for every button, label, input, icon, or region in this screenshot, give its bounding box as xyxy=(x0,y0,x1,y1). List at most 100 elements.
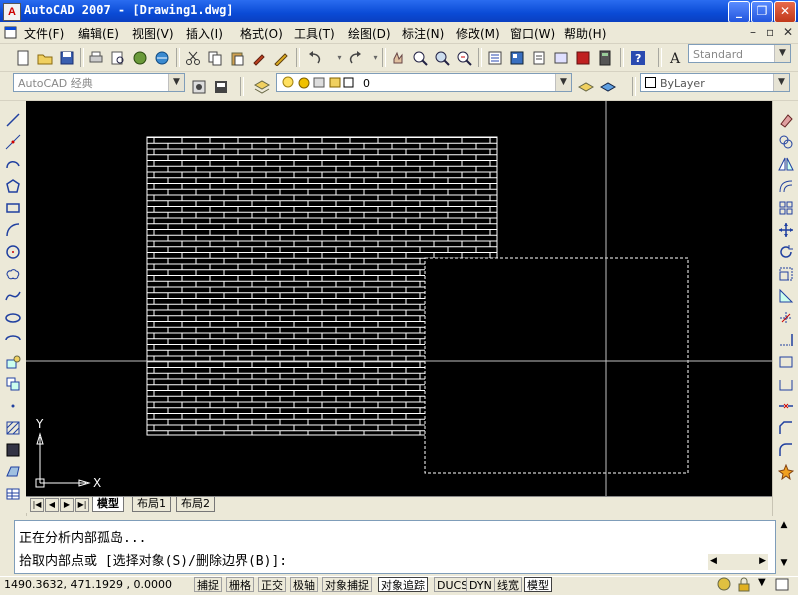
match-properties-icon[interactable] xyxy=(249,48,268,67)
next-tab-button[interactable]: ▶ xyxy=(60,498,74,512)
first-tab-button[interactable]: |◀ xyxy=(30,498,44,512)
menu-format[interactable]: 格式(O) xyxy=(240,25,283,42)
join-icon[interactable] xyxy=(777,397,795,415)
command-scrollbar[interactable]: ▲ ▼ xyxy=(776,520,792,572)
close-button[interactable]: ✕ xyxy=(774,1,796,23)
properties-icon[interactable] xyxy=(485,48,504,67)
menu-edit[interactable]: 编辑(E) xyxy=(78,25,119,42)
design-center-icon[interactable] xyxy=(507,48,526,67)
text-style-icon[interactable]: A xyxy=(666,48,685,67)
save-icon[interactable] xyxy=(57,48,76,67)
undo-icon[interactable] xyxy=(305,48,324,67)
insert-block-icon[interactable] xyxy=(4,353,22,371)
menu-modify[interactable]: 修改(M) xyxy=(456,25,500,42)
doc-restore-icon[interactable]: ▫ xyxy=(766,25,774,39)
menu-help[interactable]: 帮助(H) xyxy=(564,25,606,42)
polygon-icon[interactable] xyxy=(4,177,22,195)
fillet-icon[interactable] xyxy=(777,441,795,459)
menu-window[interactable]: 窗口(W) xyxy=(510,25,555,42)
prev-tab-button[interactable]: ◀ xyxy=(45,498,59,512)
save-workspace-icon[interactable] xyxy=(211,77,230,96)
plot-preview-icon[interactable] xyxy=(108,48,127,67)
new-icon[interactable] xyxy=(13,48,32,67)
polyline-icon[interactable] xyxy=(4,155,22,173)
clean-screen-icon[interactable] xyxy=(774,577,790,595)
zoom-realtime-icon[interactable] xyxy=(410,48,429,67)
pan-icon[interactable] xyxy=(388,48,407,67)
scroll-left-icon[interactable]: ◀ xyxy=(710,556,717,566)
array-icon[interactable] xyxy=(777,199,795,217)
minimize-button[interactable]: _ xyxy=(728,1,750,23)
calculator-icon[interactable] xyxy=(595,48,614,67)
autocad-app-icon[interactable]: A xyxy=(3,3,21,21)
copy-icon[interactable] xyxy=(205,48,224,67)
ortho-toggle[interactable]: 正交 xyxy=(258,577,286,592)
document-icon[interactable] xyxy=(3,24,19,40)
selected-boundary-rectangle[interactable] xyxy=(424,257,689,474)
make-block-icon[interactable] xyxy=(4,375,22,393)
ellipse-arc-icon[interactable] xyxy=(4,331,22,349)
point-icon[interactable] xyxy=(4,397,22,415)
rectangle-icon[interactable] xyxy=(4,199,22,217)
layer-manager-icon[interactable] xyxy=(252,77,271,96)
open-icon[interactable] xyxy=(35,48,54,67)
move-icon[interactable] xyxy=(777,221,795,239)
block-editor-icon[interactable] xyxy=(271,48,290,67)
scale-icon[interactable] xyxy=(777,265,795,283)
cut-icon[interactable] xyxy=(183,48,202,67)
layer-previous-icon[interactable] xyxy=(598,77,617,96)
lineweight-toggle[interactable]: 线宽 xyxy=(494,577,522,592)
text-style-select[interactable]: Standard ▼ xyxy=(688,44,791,63)
chamfer-icon[interactable] xyxy=(777,419,795,437)
zoom-previous-icon[interactable] xyxy=(454,48,473,67)
maximize-button[interactable]: ❐ xyxy=(751,1,773,23)
tab-model[interactable]: 模型 xyxy=(92,497,124,512)
lock-icon[interactable] xyxy=(736,577,752,595)
doc-minimize-icon[interactable]: – xyxy=(750,25,756,39)
paste-icon[interactable] xyxy=(227,48,246,67)
revision-cloud-icon[interactable] xyxy=(4,265,22,283)
command-line-2[interactable]: 拾取内部点或 [选择对象(S)/删除边界(B)]: xyxy=(19,550,287,569)
spline-icon[interactable] xyxy=(4,287,22,305)
extend-icon[interactable] xyxy=(777,331,795,349)
copy-object-icon[interactable] xyxy=(777,133,795,151)
last-tab-button[interactable]: ▶| xyxy=(75,498,89,512)
mirror-icon[interactable] xyxy=(777,155,795,173)
break-at-point-icon[interactable] xyxy=(777,353,795,371)
menu-file[interactable]: 文件(F) xyxy=(24,25,64,42)
dyn-toggle[interactable]: DYN xyxy=(466,577,495,592)
break-icon[interactable] xyxy=(777,375,795,393)
color-control-select[interactable]: ByLayer ▼ xyxy=(640,73,790,92)
coordinate-readout[interactable]: 1490.3632, 471.1929 , 0.0000 xyxy=(4,578,172,591)
table-icon[interactable] xyxy=(4,485,22,503)
stretch-icon[interactable] xyxy=(777,287,795,305)
line-icon[interactable] xyxy=(4,111,22,129)
hatch-icon[interactable] xyxy=(4,419,22,437)
grid-toggle[interactable]: 栅格 xyxy=(226,577,254,592)
menu-insert[interactable]: 插入(I) xyxy=(186,25,223,42)
markup-icon[interactable] xyxy=(573,48,592,67)
publish-icon[interactable] xyxy=(130,48,149,67)
drawing-canvas[interactable]: Y X xyxy=(26,101,772,496)
command-history[interactable]: 正在分析内部孤岛... 拾取内部点或 [选择对象(S)/删除边界(B)]: xyxy=(14,520,776,574)
workspace-select[interactable]: AutoCAD 经典 ▼ xyxy=(13,73,185,92)
trim-icon[interactable] xyxy=(777,309,795,327)
region-icon[interactable] xyxy=(4,463,22,481)
offset-icon[interactable] xyxy=(777,177,795,195)
menu-draw[interactable]: 绘图(D) xyxy=(348,25,391,42)
scroll-up-icon[interactable]: ▲ xyxy=(776,520,792,534)
communication-center-icon[interactable] xyxy=(716,577,732,595)
help-icon[interactable]: ? xyxy=(628,48,647,67)
redo-icon[interactable] xyxy=(345,48,364,67)
workspace-settings-icon[interactable] xyxy=(189,77,208,96)
circle-icon[interactable] xyxy=(4,243,22,261)
layer-select[interactable]: 0 ▼ xyxy=(276,73,572,92)
plot-icon[interactable] xyxy=(86,48,105,67)
erase-icon[interactable] xyxy=(777,111,795,129)
model-toggle[interactable]: 模型 xyxy=(524,577,552,592)
scroll-right-icon[interactable]: ▶ xyxy=(759,556,766,566)
zoom-window-icon[interactable] xyxy=(432,48,451,67)
sheet-set-icon[interactable] xyxy=(551,48,570,67)
doc-close-icon[interactable]: ✕ xyxy=(783,25,793,39)
arc-icon[interactable] xyxy=(4,221,22,239)
